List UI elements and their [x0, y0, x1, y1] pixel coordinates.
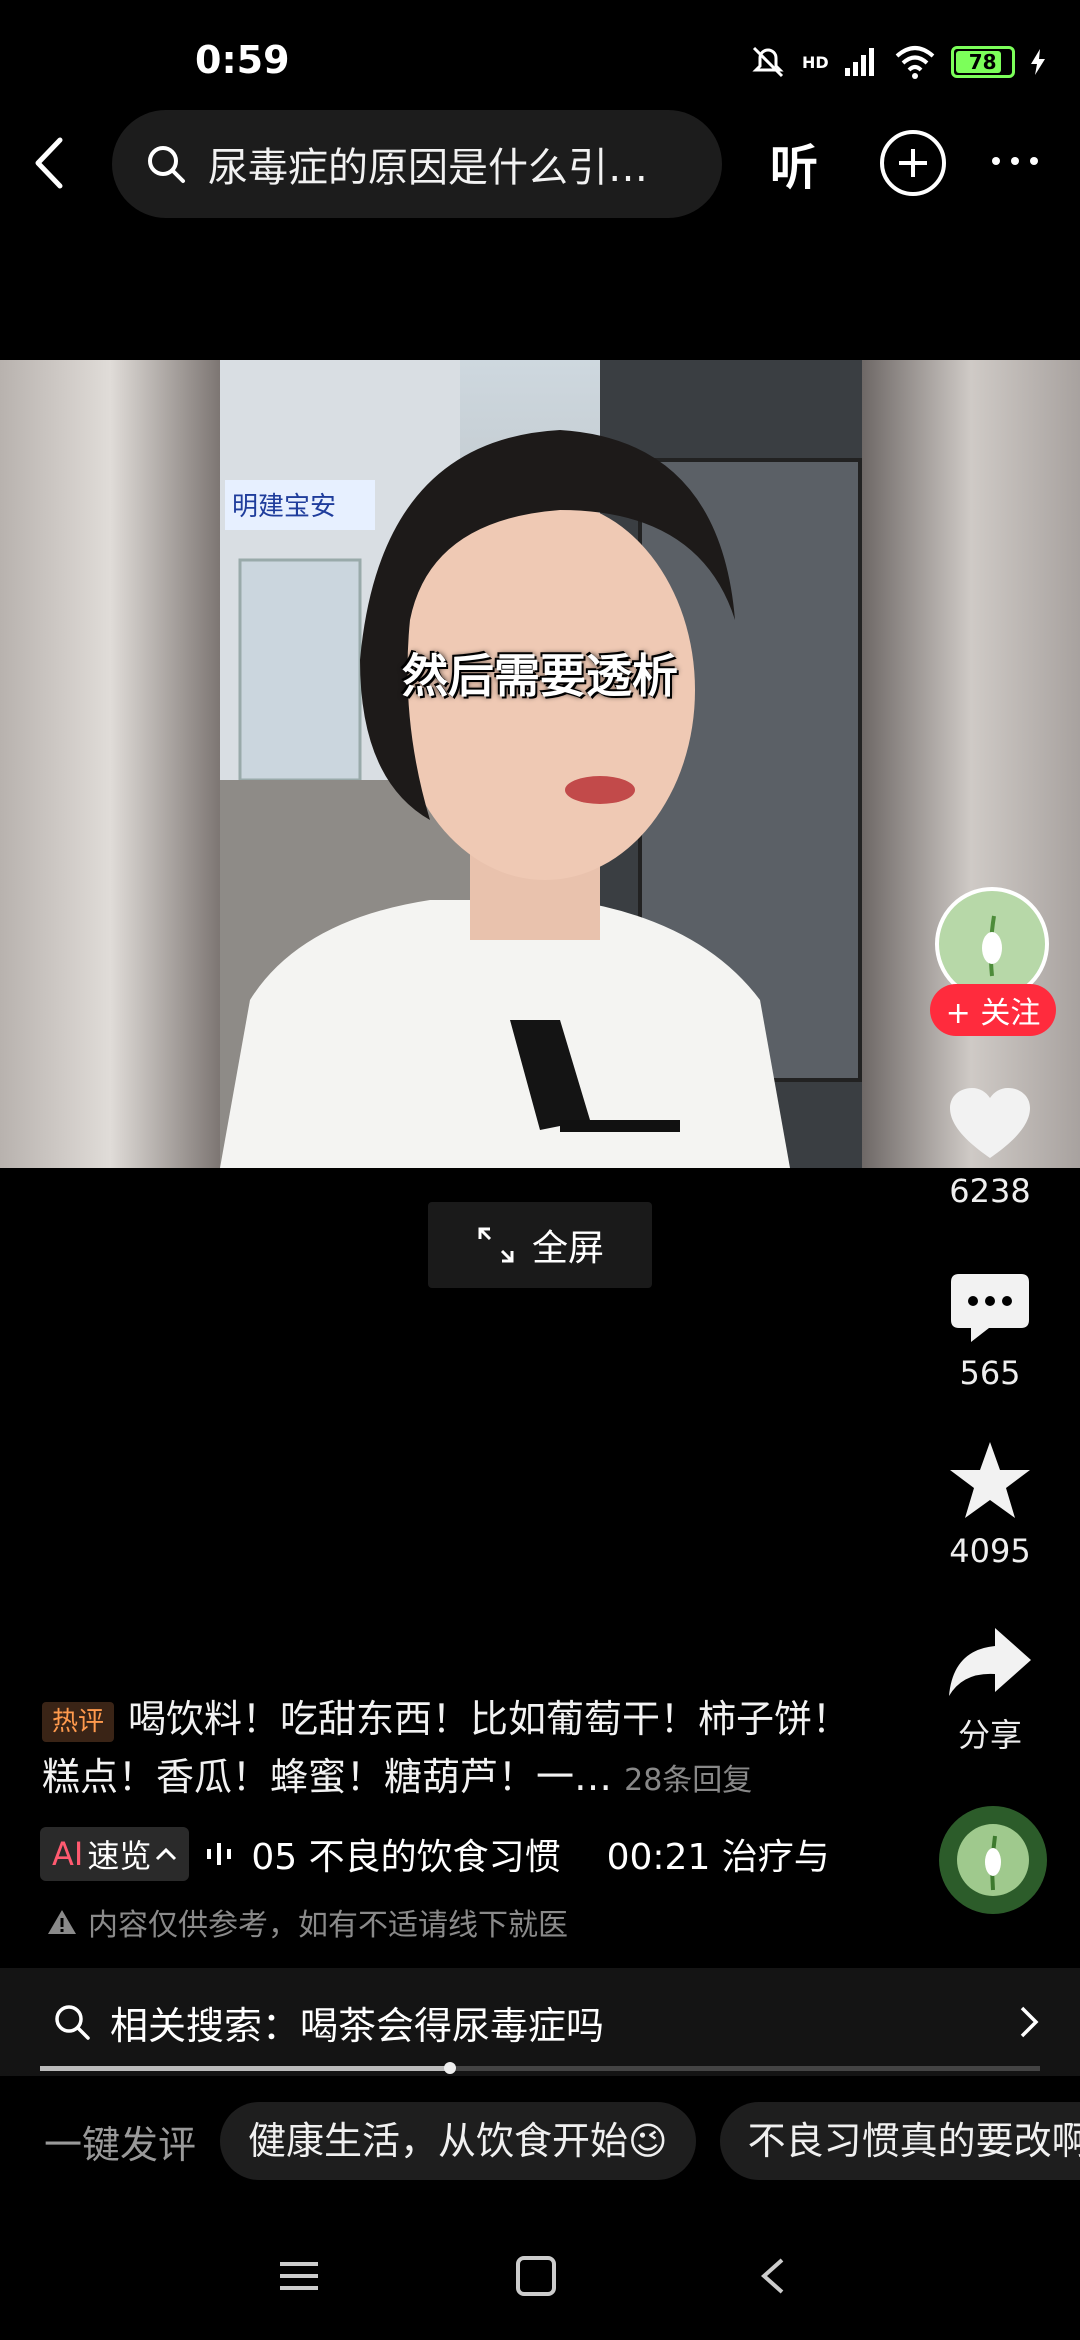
chevron-left-icon — [35, 137, 63, 189]
comment-count: 565 — [959, 1354, 1021, 1392]
hot-comment[interactable]: 热评 喝饮料！吃甜东西！比如葡萄干！柿子饼！糕点！香瓜！蜂蜜！糖葫芦！一… 28条… — [42, 1690, 862, 1810]
video-player[interactable]: 明建宝安 然后需要透析 — [0, 360, 1080, 1168]
video-progress-bar[interactable] — [40, 2062, 1040, 2074]
home-icon[interactable] — [514, 2254, 558, 2298]
like-button[interactable]: 6238 — [928, 1086, 1052, 1210]
signal-icon — [844, 48, 874, 76]
ai-summary-label: 速览 — [87, 1837, 152, 1875]
ai-summary-button[interactable]: AI 速览 — [40, 1827, 190, 1881]
ai-label: AI — [52, 1835, 84, 1873]
wifi-icon — [895, 46, 934, 79]
battery-indicator: 78 — [950, 46, 1015, 78]
comment-icon — [951, 1274, 1029, 1342]
hd-indicator: HD — [802, 52, 829, 72]
video-frame: 明建宝安 — [0, 360, 1080, 1168]
related-search-bar[interactable]: 相关搜索：喝茶会得尿毒症吗 — [0, 1968, 1080, 2076]
plus-icon — [899, 149, 927, 177]
like-count: 6238 — [949, 1172, 1031, 1210]
more-icon — [992, 157, 1038, 165]
back-nav-icon[interactable] — [756, 2254, 790, 2298]
more-options-button[interactable] — [990, 135, 1040, 181]
search-icon — [55, 2005, 90, 2040]
fullscreen-button[interactable]: 全屏 — [428, 1202, 652, 1288]
chevron-right-icon — [1020, 2006, 1039, 2038]
reply-count[interactable]: 28条回复 — [624, 1763, 752, 1798]
svg-text:明建宝安: 明建宝安 — [232, 492, 336, 522]
star-icon — [950, 1442, 1030, 1518]
status-icons: HD 78 — [748, 42, 1047, 82]
related-search-text: 相关搜索：喝茶会得尿毒症吗 — [110, 2003, 605, 2048]
back-button[interactable] — [20, 120, 80, 206]
warning-icon — [48, 1910, 76, 1934]
favorite-button[interactable]: 4095 — [928, 1440, 1052, 1570]
listen-button[interactable]: 听 — [770, 128, 818, 198]
quick-comment-chip[interactable]: 健康生活，从饮食开始😉 — [220, 2102, 696, 2180]
chevron-up-icon — [156, 1847, 177, 1861]
fullscreen-label: 全屏 — [531, 1228, 604, 1269]
summary-segment-1[interactable]: 05 不良的饮食习惯 — [251, 1828, 560, 1880]
progress-fill — [40, 2066, 450, 2071]
share-button[interactable]: 分享 — [928, 1624, 1052, 1756]
search-query: 尿毒症的原因是什么引… — [208, 145, 648, 191]
expand-icon — [478, 1227, 514, 1263]
menu-icon[interactable] — [278, 2258, 320, 2294]
clock: 0:59 — [195, 38, 290, 82]
summary-segment-2[interactable]: 00:21 治疗与 — [607, 1828, 830, 1880]
quick-comment-chip[interactable]: 不良习惯真的要改啊 — [719, 2102, 1080, 2180]
quick-comment-row: 一键发评 健康生活，从饮食开始😉 不良习惯真的要改啊 — [0, 2096, 1080, 2186]
add-button[interactable] — [880, 130, 946, 196]
progress-handle[interactable] — [444, 2062, 456, 2074]
share-icon — [949, 1628, 1031, 1696]
search-icon — [148, 146, 185, 183]
hot-comment-tag: 热评 — [42, 1701, 115, 1742]
heart-icon — [950, 1088, 1030, 1158]
ai-summary-row: AI 速览 05 不良的饮食习惯 00:21 治疗与 — [40, 1826, 860, 1882]
favorite-count: 4095 — [949, 1532, 1031, 1570]
comment-button[interactable]: 565 — [928, 1272, 1052, 1392]
charging-icon — [1030, 49, 1045, 75]
music-disc[interactable] — [928, 1804, 1052, 1920]
music-avatar-icon — [939, 1806, 1047, 1914]
system-nav-bar — [0, 2220, 1080, 2340]
follow-button[interactable]: + 关注 — [930, 984, 1056, 1036]
mute-icon — [752, 46, 784, 78]
quick-comment-label: 一键发评 — [44, 2122, 197, 2167]
disclaimer-text: 内容仅供参考，如有不适请线下就医 — [88, 1908, 568, 1943]
disclaimer: 内容仅供参考，如有不适请线下就医 — [46, 1900, 568, 1944]
video-subtitle: 然后需要透析 — [402, 649, 678, 703]
search-bar[interactable]: 尿毒症的原因是什么引… — [112, 110, 722, 218]
status-bar: 0:59 HD 78 — [0, 0, 1080, 110]
share-label: 分享 — [957, 1716, 1022, 1754]
waveform-icon — [207, 1843, 232, 1865]
